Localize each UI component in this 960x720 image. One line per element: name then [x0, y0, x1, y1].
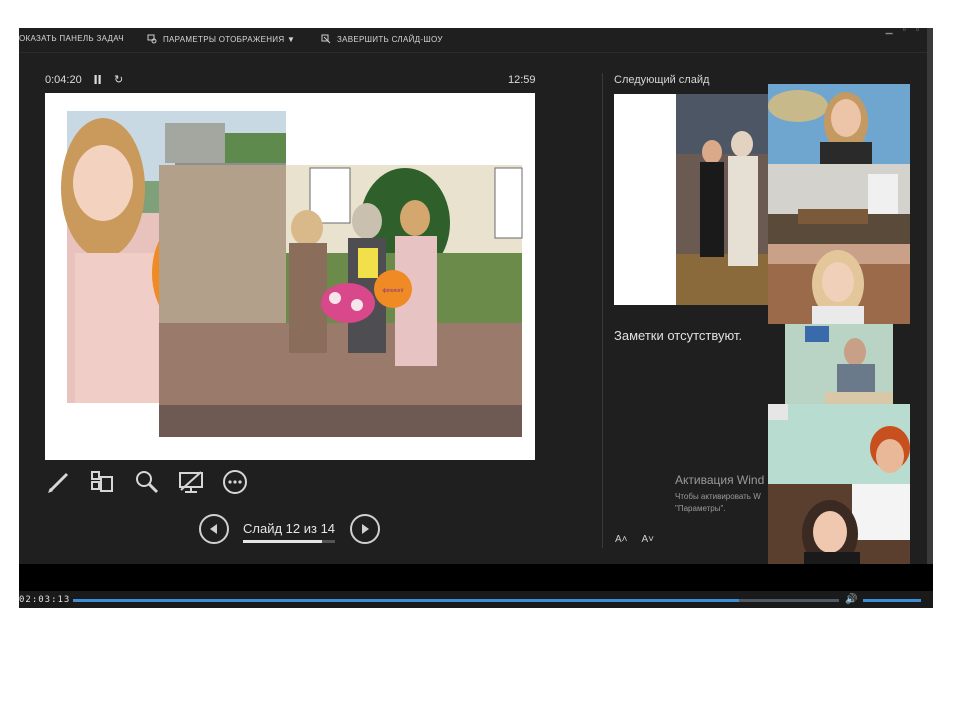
windows-activation-watermark: Активация Wind Чтобы активировать W "Пар…	[675, 473, 764, 515]
display-settings-icon	[147, 34, 157, 44]
close-icon[interactable]: ▫	[916, 28, 919, 35]
video-tile-2-image	[768, 164, 910, 244]
slide-progress-fill	[243, 540, 322, 543]
activation-line-2: "Параметры".	[675, 504, 726, 513]
black-screen-icon[interactable]	[177, 468, 205, 496]
presenter-view: ОКАЗАТЬ ПАНЕЛЬ ЗАДАЧ ПАРАМЕТРЫ ОТОБРАЖЕН…	[19, 28, 933, 608]
notes-text: Заметки отсутствуют.	[614, 328, 743, 343]
window-edge	[927, 28, 933, 608]
see-all-slides-icon[interactable]	[88, 468, 116, 496]
slide-counter: Слайд 12 из 14	[243, 521, 336, 536]
show-taskbar-button[interactable]: ОКАЗАТЬ ПАНЕЛЬ ЗАДАЧ	[19, 34, 124, 43]
elapsed-timer: 0:04:20	[45, 74, 82, 86]
clock: 12:59	[508, 74, 536, 86]
video-tile-1	[768, 84, 910, 164]
video-timeline: 02:03:13 🔊	[19, 591, 933, 608]
activation-line-1: Чтобы активировать W	[675, 492, 761, 501]
group-photo	[159, 165, 523, 437]
restart-timer-icon[interactable]: ↻	[114, 73, 123, 86]
video-tile-2	[768, 164, 910, 244]
triangle-right-icon	[362, 524, 369, 534]
video-tile-5	[768, 404, 910, 484]
window-controls: ▁ ▫ ▫	[886, 28, 919, 35]
slide-navigation: Слайд 12 из 14	[199, 514, 383, 548]
end-slideshow-label: ЗАВЕРШИТЬ СЛАЙД-ШОУ	[337, 34, 443, 44]
presenter-toolbar: ОКАЗАТЬ ПАНЕЛЬ ЗАДАЧ ПАРАМЕТРЫ ОТОБРАЖЕН…	[19, 28, 927, 50]
video-tile-6-image	[768, 484, 910, 564]
maximize-icon[interactable]: ▫	[903, 28, 906, 35]
volume-icon[interactable]: 🔊	[845, 594, 857, 605]
video-tile-5-image	[768, 404, 910, 484]
small-balloon-text: філології	[383, 288, 405, 294]
notes-font-controls: A˄ A˅	[615, 534, 654, 545]
more-options-icon[interactable]	[221, 468, 249, 496]
show-taskbar-label: ОКАЗАТЬ ПАНЕЛЬ ЗАДАЧ	[19, 34, 124, 43]
next-slide-label: Следующий слайд	[614, 74, 710, 86]
slide-collage: Факультет філології	[61, 111, 523, 437]
video-tile-4-image	[785, 324, 893, 404]
zoom-icon[interactable]	[133, 468, 161, 496]
pen-icon[interactable]	[45, 468, 73, 496]
minimize-icon[interactable]: ▁	[886, 28, 893, 35]
video-tile-3-image	[768, 244, 910, 324]
current-slide: Факультет філології	[45, 93, 535, 460]
increase-font-button[interactable]: A˄	[615, 534, 628, 545]
end-slideshow-icon	[321, 34, 331, 44]
playback-seekbar-fill	[73, 599, 740, 602]
pane-divider	[602, 73, 603, 548]
pause-icon[interactable]	[94, 75, 102, 84]
playback-time: 02:03:13	[19, 595, 71, 605]
volume-slider[interactable]	[863, 599, 921, 602]
video-tile-6	[768, 484, 910, 564]
slide-progress-bar	[243, 540, 335, 543]
video-tile-3	[768, 244, 910, 324]
previous-slide-button[interactable]	[199, 514, 229, 544]
activation-title: Активация Wind	[675, 473, 765, 487]
next-slide-button[interactable]	[350, 514, 380, 544]
decrease-font-button[interactable]: A˅	[642, 534, 655, 545]
toolbar-divider	[19, 52, 927, 53]
next-slide-photo	[676, 94, 769, 305]
playback-seekbar[interactable]	[73, 599, 839, 602]
video-tile-1-image	[768, 84, 910, 164]
end-slideshow-button[interactable]: ЗАВЕРШИТЬ СЛАЙД-ШОУ	[321, 34, 443, 44]
next-slide-thumbnail[interactable]	[614, 94, 769, 305]
display-settings-button[interactable]: ПАРАМЕТРЫ ОТОБРАЖЕНИЯ ▼	[147, 34, 295, 44]
triangle-left-icon	[210, 524, 217, 534]
display-settings-label: ПАРАМЕТРЫ ОТОБРАЖЕНИЯ ▼	[163, 34, 296, 44]
video-tile-4	[785, 324, 893, 404]
